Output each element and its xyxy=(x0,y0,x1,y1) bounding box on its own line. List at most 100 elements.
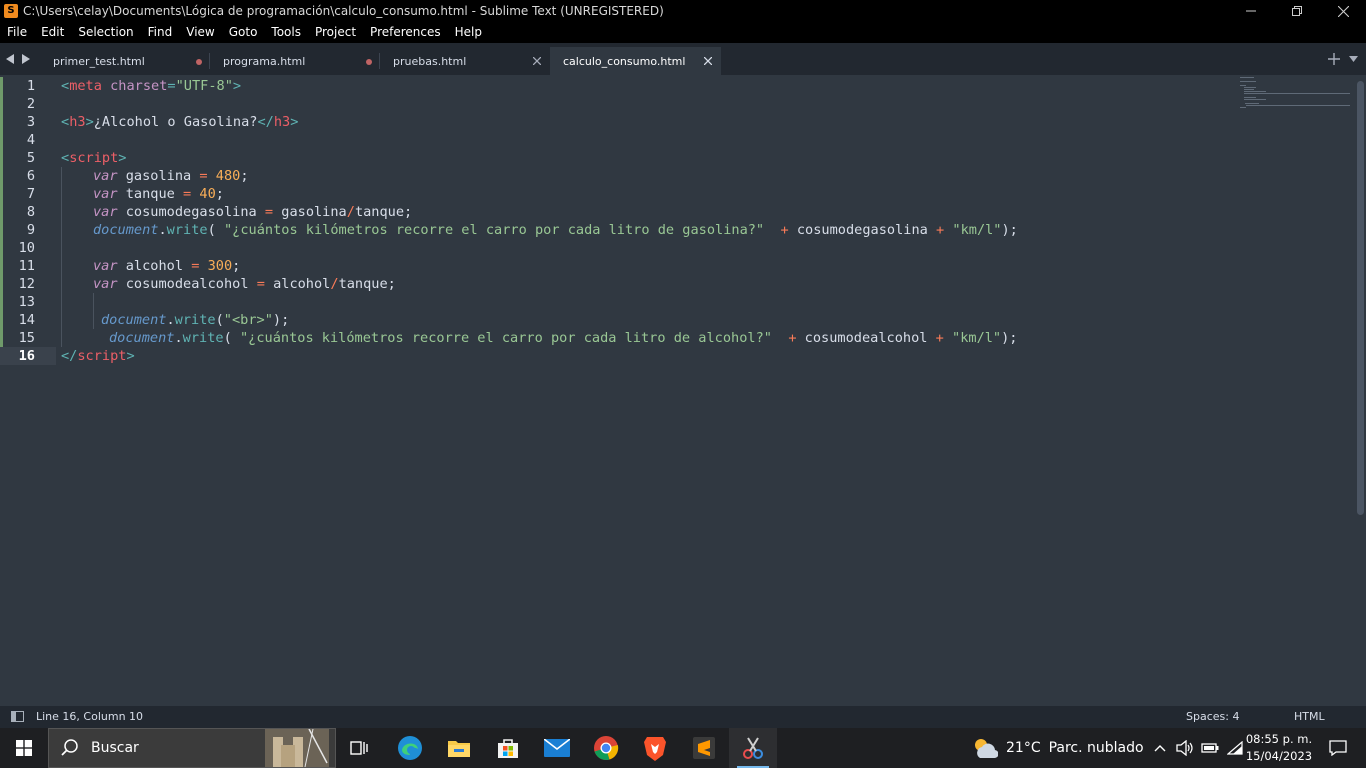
microsoft-store-app[interactable] xyxy=(484,728,532,768)
menu-preferences[interactable]: Preferences xyxy=(363,22,448,43)
tab-pruebas[interactable]: pruebas.html xyxy=(380,47,550,75)
cathedral-illustration-icon xyxy=(265,729,329,767)
wifi-icon xyxy=(1227,741,1243,755)
file-explorer-app[interactable] xyxy=(435,728,483,768)
show-hidden-icons-button[interactable] xyxy=(1150,728,1170,768)
unsaved-dot-icon[interactable] xyxy=(196,59,202,65)
menu-selection[interactable]: Selection xyxy=(71,22,140,43)
start-button[interactable] xyxy=(0,728,48,768)
token: write xyxy=(166,222,208,238)
restore-icon xyxy=(1292,6,1302,16)
notification-center-button[interactable] xyxy=(1318,728,1358,768)
volume-button[interactable] xyxy=(1175,728,1195,768)
battery-icon xyxy=(1201,743,1219,753)
menu-edit[interactable]: Edit xyxy=(34,22,71,43)
windows-taskbar: Buscar 21°C Parc. nublado 08:55 p. m. 15… xyxy=(0,728,1366,768)
token: tanque; xyxy=(338,276,396,292)
tab-calculo-consumo[interactable]: calculo_consumo.html xyxy=(550,47,721,75)
token: document xyxy=(93,222,159,238)
unsaved-dot-icon[interactable] xyxy=(366,59,372,65)
windows-logo-icon xyxy=(16,740,32,756)
syntax-selector[interactable]: HTML xyxy=(1294,706,1325,728)
menu-view[interactable]: View xyxy=(179,22,221,43)
brave-app[interactable] xyxy=(631,728,679,768)
battery-button[interactable] xyxy=(1200,728,1220,768)
clock-time: 08:55 p. m. xyxy=(1245,732,1313,746)
taskbar-search[interactable]: Buscar xyxy=(48,728,336,768)
minimap-line xyxy=(1244,91,1266,92)
clock[interactable]: 08:55 p. m. 15/04/2023 xyxy=(1244,731,1314,765)
tab-label: primer_test.html xyxy=(53,54,145,68)
token: gasolina xyxy=(273,204,347,220)
sublime-text-app[interactable] xyxy=(680,728,728,768)
partly-cloudy-icon xyxy=(975,739,998,759)
menu-goto[interactable]: Goto xyxy=(222,22,265,43)
token: cosumodealcohol xyxy=(117,276,257,292)
token: alcohol xyxy=(264,276,331,292)
weather-widget[interactable]: 21°C Parc. nublado xyxy=(972,728,1144,768)
sublime-text-icon xyxy=(693,737,715,759)
token: write xyxy=(174,312,216,328)
tab-list-button[interactable] xyxy=(1346,51,1360,67)
token: ( xyxy=(207,222,224,238)
status-bar: Line 16, Column 10 Spaces: 4 HTML xyxy=(0,706,1366,728)
network-button[interactable] xyxy=(1225,728,1245,768)
tab-primer-test[interactable]: primer_test.html xyxy=(40,47,210,75)
sublime-logo-icon: S xyxy=(4,4,18,18)
indentation-setting[interactable]: Spaces: 4 xyxy=(1186,706,1239,728)
task-view-button[interactable] xyxy=(336,728,384,768)
menu-project[interactable]: Project xyxy=(308,22,363,43)
mail-app[interactable] xyxy=(533,728,581,768)
sublime-text-window: S C:\Users\celay\Documents\Lógica de pro… xyxy=(0,0,1366,768)
plus-icon xyxy=(1328,53,1340,65)
triangle-right-icon xyxy=(22,54,30,64)
code-line-5: <script> xyxy=(0,149,1356,167)
restore-button[interactable] xyxy=(1274,0,1320,22)
code-line-7: var tanque = 40; xyxy=(0,185,1356,203)
token: meta xyxy=(69,78,102,94)
tab-next-button[interactable] xyxy=(20,43,32,75)
menu-find[interactable]: Find xyxy=(141,22,180,43)
code-line-14: document.write("<br>"); xyxy=(0,311,1356,329)
token: </ xyxy=(257,114,274,130)
menu-tools[interactable]: Tools xyxy=(264,22,308,43)
search-icon xyxy=(61,739,78,756)
minimize-button[interactable] xyxy=(1228,0,1274,22)
snipping-tool-app[interactable] xyxy=(729,728,777,768)
vertical-scrollbar[interactable] xyxy=(1357,81,1364,515)
tab-bar: primer_test.html programa.html pruebas.h… xyxy=(0,43,1366,75)
folder-icon xyxy=(448,741,470,757)
menu-help[interactable]: Help xyxy=(448,22,489,43)
code-line-12: var cosumodealcohol = alcohol/tanque; xyxy=(0,275,1356,293)
token: </ xyxy=(61,348,78,364)
minimap[interactable] xyxy=(1236,75,1352,115)
tab-close-button[interactable] xyxy=(530,54,544,68)
panel-toggle-icon[interactable] xyxy=(11,711,24,722)
tab-programa[interactable]: programa.html xyxy=(210,47,380,75)
token: > xyxy=(118,150,127,166)
tab-prev-button[interactable] xyxy=(4,43,16,75)
token: > xyxy=(290,114,299,130)
edge-app[interactable] xyxy=(386,728,434,768)
close-button[interactable] xyxy=(1320,0,1366,22)
tab-close-button[interactable] xyxy=(701,54,715,68)
tab-label: pruebas.html xyxy=(393,54,467,68)
token: "¿cuántos kilómetros recorre el carro po… xyxy=(239,330,772,346)
chrome-app[interactable] xyxy=(582,728,630,768)
new-tab-button[interactable] xyxy=(1326,51,1342,67)
token: ); xyxy=(272,312,290,328)
code-line-8: var cosumodegasolina = gasolina/tanque; xyxy=(0,203,1356,221)
code-line-11: var alcohol = 300; xyxy=(0,257,1356,275)
minimap-line xyxy=(1245,103,1259,104)
menu-file[interactable]: File xyxy=(0,22,34,43)
minimap-line xyxy=(1244,87,1256,88)
token: = xyxy=(199,168,208,184)
code-editor[interactable]: 1 2 3 4 5 6 7 8 9 10 11 12 13 14 15 16 <… xyxy=(0,75,1366,706)
token: > xyxy=(126,348,135,364)
token: > xyxy=(232,78,242,94)
system-tray xyxy=(1150,728,1245,768)
mail-envelope-icon xyxy=(544,739,570,757)
